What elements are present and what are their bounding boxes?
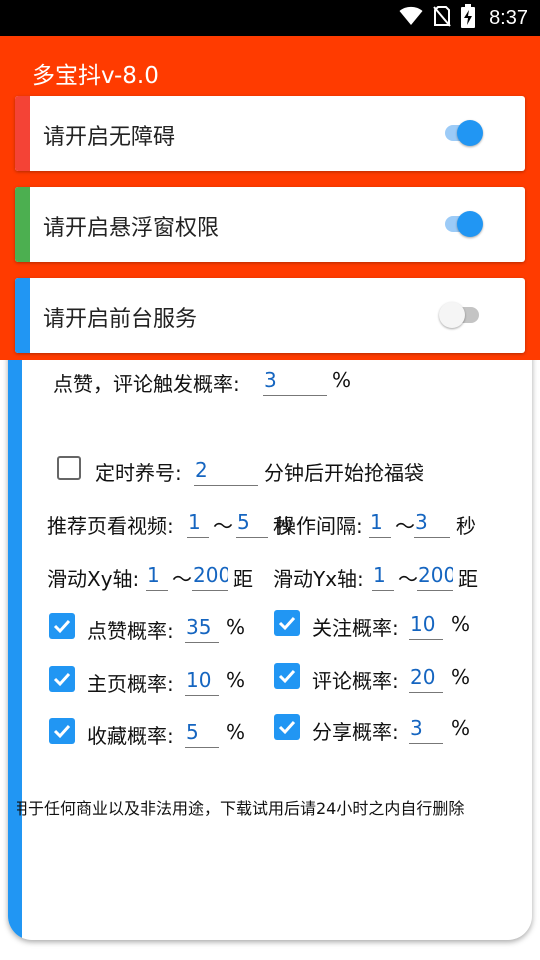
like-percent: % xyxy=(226,615,246,639)
share-probability-checkbox[interactable] xyxy=(274,714,300,740)
permission-stripe-red xyxy=(15,96,30,171)
swipe-xy-max-input[interactable]: 200 xyxy=(192,561,228,591)
swipe-xy-unit: 距 xyxy=(233,567,253,591)
interval-tilde: ～ xyxy=(395,514,415,538)
swipe-yx-min-input[interactable]: 1 xyxy=(372,561,394,591)
homepage-probability-label: 主页概率: xyxy=(87,672,174,696)
comment-probability-input[interactable]: 20 xyxy=(409,663,443,693)
follow-probability-checkbox[interactable] xyxy=(274,610,300,636)
permission-overlay-label: 请开启悬浮窗权限 xyxy=(43,216,220,241)
swipe-xy-label: 滑动Xy轴: xyxy=(47,567,140,591)
status-icons: 8:37 xyxy=(399,4,528,32)
interval-min-input[interactable]: 1 xyxy=(369,508,391,538)
app-title: 多宝抖v-8.0 xyxy=(32,63,159,89)
homepage-probability-checkbox[interactable] xyxy=(49,666,75,692)
timer-label: 定时养号: xyxy=(95,461,182,485)
favorite-probability-input[interactable]: 5 xyxy=(185,718,219,748)
comment-probability-label: 评论概率: xyxy=(312,669,399,693)
trigger-percent-label: % xyxy=(332,368,352,392)
swipe-yx-max-input[interactable]: 200 xyxy=(417,561,453,591)
permission-accessibility-label: 请开启无障碍 xyxy=(43,125,176,150)
status-time: 8:37 xyxy=(489,6,528,29)
follow-probability-label: 关注概率: xyxy=(312,616,399,640)
permission-foreground-service-label: 请开启前台服务 xyxy=(43,307,198,332)
permission-stripe-blue xyxy=(15,278,30,353)
favorite-probability-label: 收藏概率: xyxy=(87,724,174,748)
recommend-min-input[interactable]: 1 xyxy=(187,508,209,538)
timer-minutes-input[interactable]: 2 xyxy=(194,456,258,486)
like-probability-checkbox[interactable] xyxy=(49,613,75,639)
like-probability-label: 点赞概率: xyxy=(87,619,174,643)
permission-accessibility-card[interactable]: 请开启无障碍 xyxy=(15,96,525,171)
swipe-xy-tilde: ～ xyxy=(172,567,192,591)
permission-foreground-service-card[interactable]: 请开启前台服务 xyxy=(15,278,525,353)
share-percent: % xyxy=(451,716,471,740)
permission-stripe-green xyxy=(15,187,30,262)
toggle-knob xyxy=(457,120,483,146)
comment-percent: % xyxy=(451,665,471,689)
comment-probability-checkbox[interactable] xyxy=(274,663,300,689)
homepage-percent: % xyxy=(226,668,246,692)
toggle-knob xyxy=(439,302,465,328)
follow-percent: % xyxy=(451,612,471,636)
homepage-probability-input[interactable]: 10 xyxy=(185,666,219,696)
overlay-toggle[interactable] xyxy=(445,211,483,237)
follow-probability-input[interactable]: 10 xyxy=(409,610,443,640)
card-accent-bar xyxy=(8,340,22,940)
status-bar: 8:37 xyxy=(0,0,540,36)
interval-max-input[interactable]: 3 xyxy=(414,508,450,538)
disclaimer-text: 用于任何商业以及非法用途，下载试用后请24小时之内自行删除 xyxy=(17,795,517,819)
checkmark-icon xyxy=(53,724,71,739)
foreground-service-toggle[interactable] xyxy=(439,302,479,328)
like-probability-input[interactable]: 35 xyxy=(185,613,219,643)
recommend-video-label: 推荐页看视频: xyxy=(47,514,174,538)
interval-label: 操作间隔: xyxy=(276,514,363,538)
checkmark-icon xyxy=(53,672,71,687)
recommend-tilde: ～ xyxy=(213,514,233,538)
disclaimer-text-content: 用于任何商业以及非法用途，下载试用后请24小时之内自行删除 xyxy=(17,799,465,818)
trigger-probability-input[interactable]: 3 xyxy=(263,366,327,396)
wifi-icon xyxy=(399,6,423,30)
timer-suffix-label: 分钟后开始抢福袋 xyxy=(264,461,424,485)
checkmark-icon xyxy=(278,616,296,631)
checkmark-icon xyxy=(53,619,71,634)
no-sim-icon xyxy=(433,5,451,31)
favorite-probability-checkbox[interactable] xyxy=(49,718,75,744)
favorite-percent: % xyxy=(226,720,246,744)
swipe-yx-label: 滑动Yx轴: xyxy=(273,567,364,591)
share-probability-label: 分享概率: xyxy=(312,720,399,744)
toggle-knob xyxy=(457,211,483,237)
battery-charging-icon xyxy=(461,4,476,32)
accessibility-toggle[interactable] xyxy=(445,120,483,146)
interval-unit: 秒 xyxy=(456,514,476,538)
timer-checkbox[interactable] xyxy=(57,456,81,480)
trigger-probability-label: 点赞，评论触发概率: xyxy=(53,372,240,396)
checkmark-icon xyxy=(278,720,296,735)
share-probability-input[interactable]: 3 xyxy=(409,714,443,744)
swipe-xy-min-input[interactable]: 1 xyxy=(146,561,168,591)
recommend-max-input[interactable]: 5 xyxy=(236,508,268,538)
swipe-yx-unit: 距 xyxy=(458,567,478,591)
checkmark-icon xyxy=(278,669,296,684)
permission-overlay-card[interactable]: 请开启悬浮窗权限 xyxy=(15,187,525,262)
swipe-yx-tilde: ～ xyxy=(398,567,418,591)
